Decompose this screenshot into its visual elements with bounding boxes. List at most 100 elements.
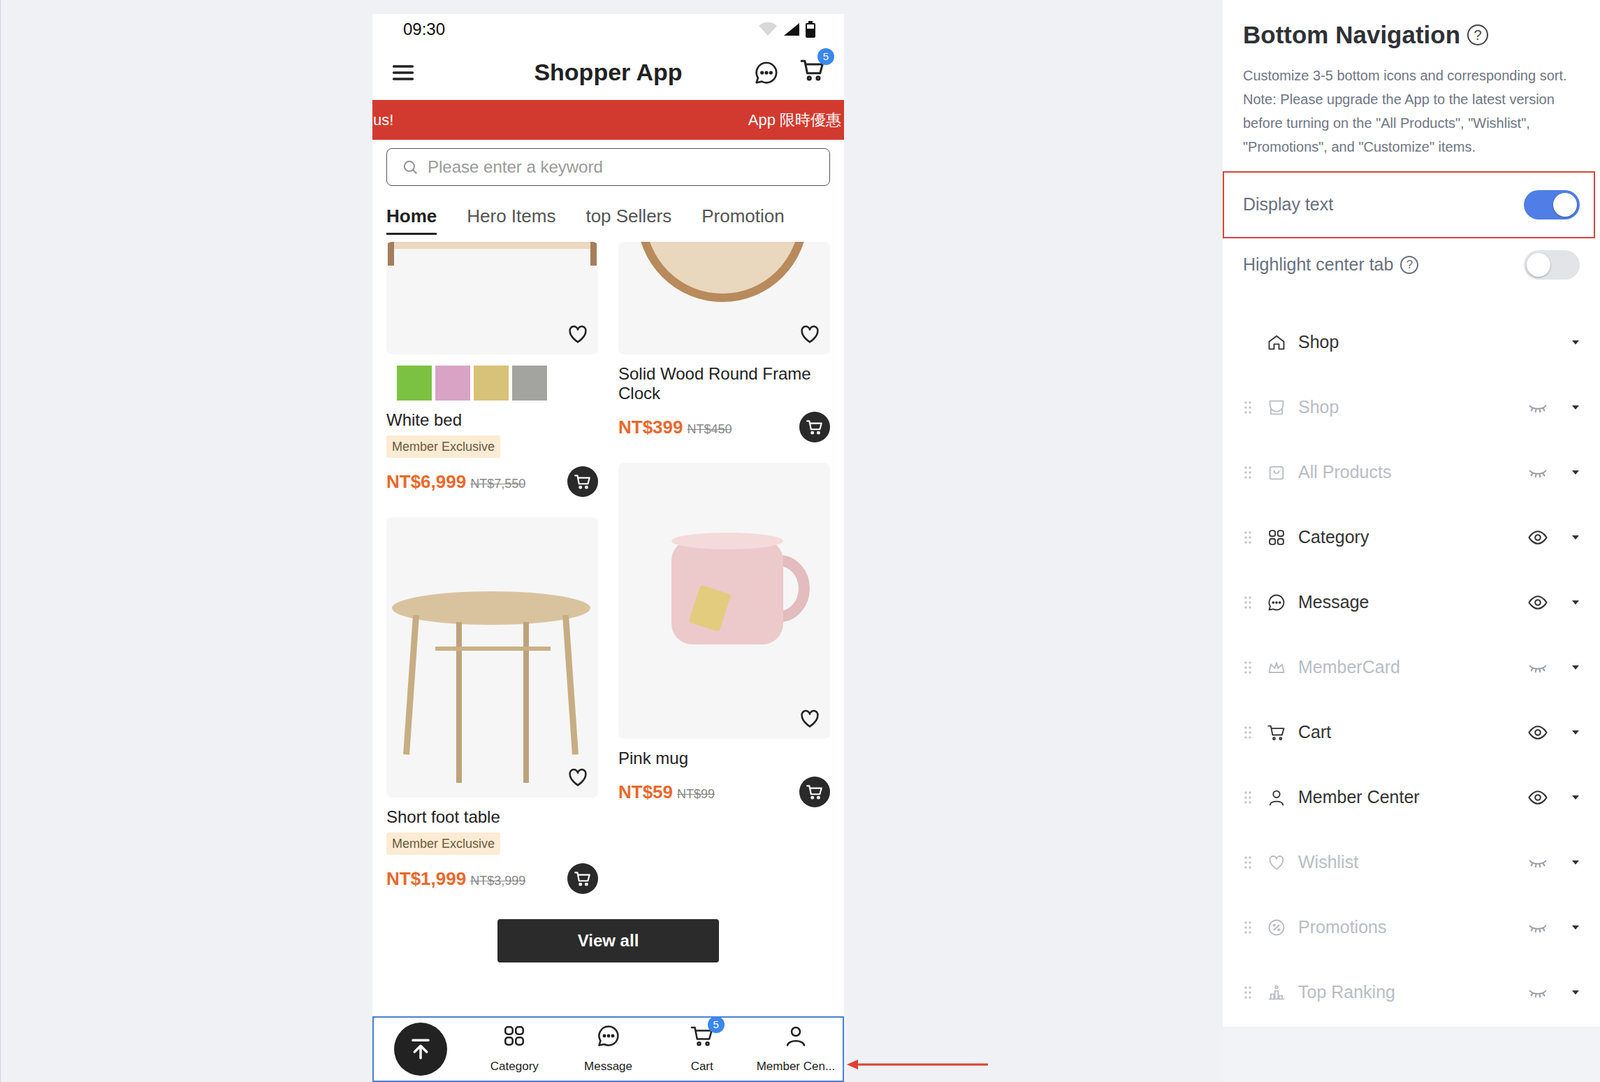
caret-down-icon[interactable]	[1570, 923, 1581, 931]
drag-handle[interactable]	[1242, 595, 1253, 610]
drag-handle-icon[interactable]	[1243, 660, 1253, 675]
product-image[interactable]	[386, 517, 599, 798]
bottom-nav-item[interactable]: Message	[561, 1017, 655, 1081]
product-image[interactable]	[618, 462, 831, 739]
caret-down-icon[interactable]	[1570, 468, 1581, 476]
nav-setting-item[interactable]: Shop	[1222, 375, 1600, 441]
eye-icon[interactable]	[1527, 591, 1549, 613]
category-tab[interactable]: top Sellers	[585, 202, 672, 235]
drag-handle[interactable]	[1242, 725, 1253, 740]
search-input[interactable]	[427, 154, 816, 180]
caret-down-icon[interactable]	[1570, 403, 1581, 411]
eye-icon[interactable]	[1527, 526, 1549, 548]
heart-icon[interactable]	[797, 706, 822, 731]
heart-icon[interactable]	[565, 322, 590, 346]
bottom-nav-item[interactable]	[373, 1017, 468, 1081]
category-tab[interactable]: Promotion	[701, 202, 785, 235]
eye-closed-icon[interactable]	[1527, 916, 1549, 938]
eye-closed-icon[interactable]	[1527, 461, 1549, 483]
add-to-cart-button[interactable]	[567, 862, 599, 894]
product-card[interactable]: Pink mugNT$59NT$99	[618, 462, 831, 807]
drag-handle-icon[interactable]	[1243, 465, 1253, 480]
nav-setting-item[interactable]: Wishlist	[1222, 830, 1600, 896]
drag-handle[interactable]	[1242, 660, 1253, 675]
drag-handle[interactable]	[1242, 985, 1253, 1000]
color-swatch[interactable]	[396, 365, 432, 401]
color-swatch[interactable]	[512, 365, 548, 401]
nav-setting-item[interactable]: Top Ranking	[1222, 960, 1600, 1025]
banner-text: us!	[373, 108, 394, 132]
nav-item-label: Promotions	[1298, 913, 1528, 941]
drag-handle[interactable]	[1242, 465, 1253, 480]
drag-handle-icon[interactable]	[1243, 530, 1253, 545]
toggle-switch[interactable]	[1523, 190, 1580, 220]
drag-handle[interactable]	[1242, 530, 1253, 545]
drag-handle-icon[interactable]	[1243, 985, 1253, 1000]
drag-handle-icon[interactable]	[1243, 790, 1253, 805]
scroll-top-button[interactable]	[394, 1022, 448, 1076]
nav-setting-item[interactable]: Category	[1222, 505, 1600, 571]
eye-closed-icon[interactable]	[1527, 981, 1549, 1003]
eye-closed-icon[interactable]	[1527, 396, 1549, 418]
drag-handle-icon[interactable]	[1243, 920, 1253, 935]
drag-handle-icon[interactable]	[1243, 400, 1253, 415]
product-column: White bedMember ExclusiveNT$6,999NT$7,55…	[386, 241, 599, 894]
nav-icon	[595, 1022, 622, 1049]
nav-setting-item[interactable]: Promotions	[1222, 895, 1600, 960]
drag-handle[interactable]	[1242, 855, 1253, 870]
help-icon[interactable]: ?	[1467, 24, 1489, 46]
bottom-nav-item[interactable]: 5Cart	[655, 1017, 749, 1081]
nav-label: Category	[490, 1057, 539, 1076]
drag-handle-icon[interactable]	[1243, 725, 1253, 740]
price: NT$6,999	[386, 468, 467, 496]
add-to-cart-button[interactable]	[799, 776, 831, 807]
add-to-cart-button[interactable]	[567, 466, 599, 497]
drag-handle[interactable]	[1242, 400, 1253, 415]
caret-down-icon[interactable]	[1570, 988, 1581, 996]
caret-down-icon[interactable]	[1570, 338, 1581, 346]
view-all-button[interactable]: View all	[497, 918, 719, 963]
message-icon[interactable]	[753, 59, 780, 86]
product-card[interactable]: Solid Wood Round Frame ClockNT$399NT$450	[618, 241, 831, 443]
product-card[interactable]: Short foot tableMember ExclusiveNT$1,999…	[386, 517, 599, 894]
header-cart[interactable]: 5	[799, 56, 826, 89]
drag-handle-icon[interactable]	[1243, 595, 1253, 610]
product-image[interactable]	[386, 241, 599, 355]
nav-setting-item[interactable]: Message	[1222, 570, 1600, 636]
heart-icon[interactable]	[565, 765, 590, 789]
nav-setting-item[interactable]: MemberCard	[1222, 635, 1600, 701]
menu-icon[interactable]	[390, 60, 416, 86]
eye-closed-icon[interactable]	[1527, 656, 1549, 678]
nav-setting-item[interactable]: All Products	[1222, 440, 1600, 506]
help-icon[interactable]: ?	[1400, 255, 1419, 274]
color-swatch[interactable]	[435, 365, 471, 401]
product-card[interactable]: White bedMember ExclusiveNT$6,999NT$7,55…	[386, 241, 599, 497]
caret-down-icon[interactable]	[1570, 663, 1581, 671]
drag-handle-icon[interactable]	[1243, 855, 1253, 870]
toggle-switch[interactable]	[1523, 250, 1580, 280]
bottom-nav-item[interactable]: Member Cen...	[748, 1017, 843, 1081]
bottom-nav-item[interactable]: Category	[467, 1017, 562, 1081]
color-swatch[interactable]	[473, 365, 509, 401]
eye-icon[interactable]	[1527, 786, 1549, 808]
nav-setting-item[interactable]: Member Center	[1222, 765, 1600, 831]
nav-setting-item[interactable]: Shop	[1222, 310, 1600, 376]
heart-icon[interactable]	[797, 322, 822, 346]
eye-closed-icon[interactable]	[1527, 851, 1549, 873]
search-field[interactable]	[386, 148, 831, 186]
category-tab[interactable]: Home	[386, 202, 437, 235]
caret-down-icon[interactable]	[1570, 793, 1581, 801]
drag-handle[interactable]	[1242, 790, 1253, 805]
caret-down-icon[interactable]	[1570, 598, 1581, 606]
drag-handle[interactable]	[1242, 920, 1253, 935]
caret-down-icon[interactable]	[1570, 728, 1581, 736]
nav-item-label: MemberCard	[1298, 653, 1528, 681]
category-tab[interactable]: Hero Items	[466, 202, 556, 235]
caret-down-icon[interactable]	[1570, 533, 1581, 541]
add-to-cart-button[interactable]	[799, 411, 831, 443]
caret-down-icon[interactable]	[1570, 858, 1581, 866]
eye-icon[interactable]	[1527, 721, 1549, 743]
nav-setting-item[interactable]: Cart	[1222, 700, 1600, 766]
setting-row: Display text	[1222, 171, 1596, 239]
product-image[interactable]	[618, 241, 831, 355]
